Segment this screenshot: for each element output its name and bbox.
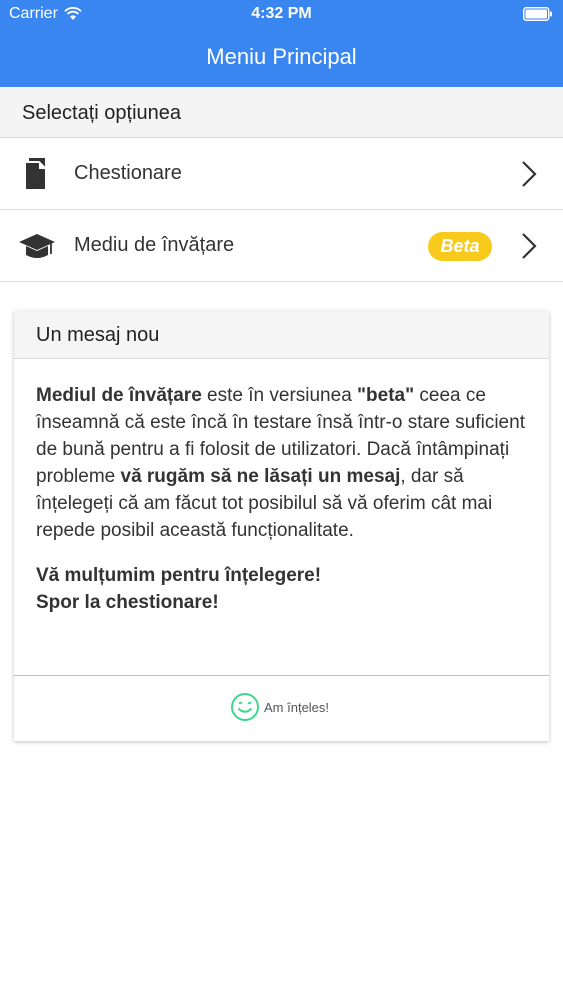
document-icon (24, 158, 47, 191)
message-card: Un mesaj nou Mediul de învățare este în … (14, 311, 549, 741)
message-paragraph: Mediul de învățare este în versiunea "be… (36, 382, 526, 544)
page-title: Meniu Principal (206, 44, 357, 69)
message-card-header: Un mesaj nou (14, 311, 549, 359)
acknowledge-button[interactable]: Am înțeles! (230, 692, 329, 722)
status-bar: Carrier 4:32 PM (0, 0, 563, 30)
menu-item-mediu-de-invatare[interactable]: Mediu de învățare Beta (0, 210, 563, 282)
menu-item-label: Chestionare (74, 162, 182, 184)
chevron-right-icon (522, 233, 537, 259)
section-title: Selectați opțiunea (22, 102, 182, 124)
message-body: Mediul de învățare este în versiunea "be… (36, 382, 526, 616)
message-thanks: Vă mulțumim pentru înțelegere! Spor la ch… (36, 562, 526, 616)
status-time: 4:32 PM (251, 5, 312, 22)
message-bold-text: vă rugăm să ne lăsați un mesaj (120, 466, 401, 487)
menu-item-chestionare[interactable]: Chestionare (0, 138, 563, 210)
thanks-line-2: Spor la chestionare! (36, 592, 219, 613)
message-text: este în versiunea (201, 385, 358, 406)
beta-badge: Beta (428, 232, 492, 261)
thanks-line-1: Vă mulțumim pentru înțelegere! (36, 565, 322, 586)
section-header: Selectați opțiunea (0, 87, 563, 138)
message-bold-text: Mediul de învățare (36, 385, 202, 406)
graduation-cap-icon (19, 234, 55, 258)
message-card-footer: Am înțeles! (14, 675, 549, 741)
smile-icon (231, 693, 259, 721)
menu-item-label: Mediu de învățare (74, 234, 235, 256)
battery-icon (523, 7, 552, 21)
acknowledge-label: Am înțeles! (264, 699, 330, 715)
chevron-right-icon (522, 161, 537, 187)
app-header: Carrier 4:32 PM Meniu Principal (0, 0, 563, 87)
message-title: Un mesaj nou (36, 324, 160, 346)
message-bold-text: "beta" (357, 385, 415, 406)
